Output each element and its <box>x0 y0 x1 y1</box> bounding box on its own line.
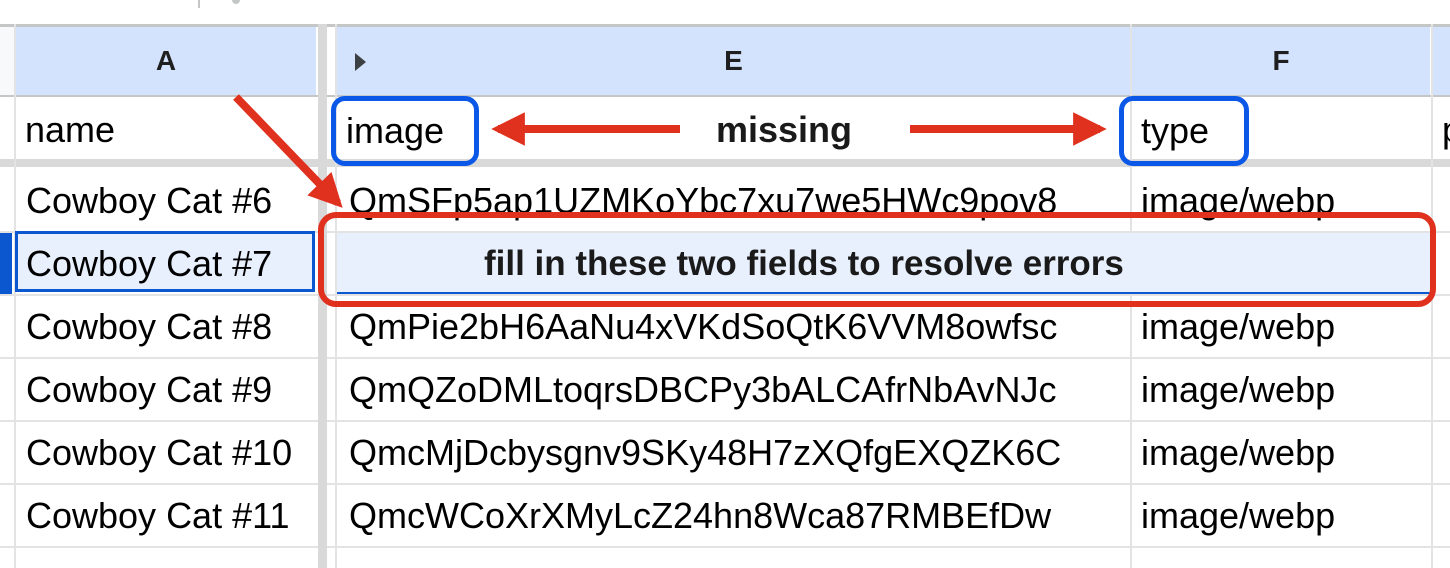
arrow-diagonal-to-row <box>233 94 343 208</box>
annotation-arrows <box>233 94 1107 208</box>
